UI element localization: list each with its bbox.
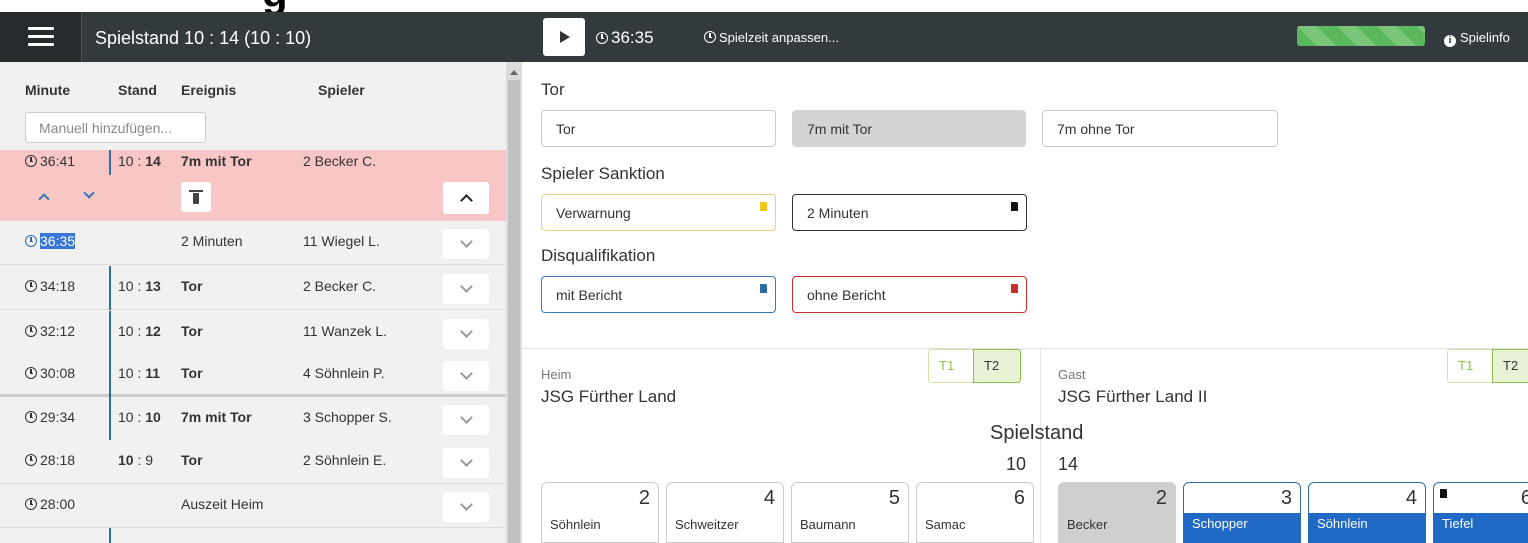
clock-icon (25, 280, 37, 292)
guest-t2-button[interactable]: T2 (1492, 349, 1528, 383)
game-clock: 36:35 (596, 27, 654, 49)
2-minuten-button[interactable]: 2 Minuten (792, 194, 1027, 231)
expand-chevron-icon[interactable] (443, 229, 489, 259)
clock-icon (596, 32, 608, 44)
expand-chevron-icon[interactable] (443, 319, 489, 349)
clock-icon (25, 155, 37, 167)
col-spieler: Spieler (318, 82, 365, 98)
expand-chevron-icon[interactable] (443, 361, 489, 391)
log-scrollbar[interactable] (506, 62, 522, 543)
progress-bar (1297, 26, 1425, 46)
home-t2-button[interactable]: T2 (973, 349, 1021, 383)
log-row-1[interactable]: 36:35 2 Minuten 11 Wiegel L. (0, 221, 506, 265)
divider (522, 348, 1528, 349)
black-card-icon (1011, 202, 1020, 211)
manual-add-input[interactable]: Manuell hinzufügen... (25, 112, 206, 143)
home-player-card[interactable]: 4 Schweitzer (666, 482, 784, 543)
home-player-card[interactable]: 2 Söhnlein (541, 482, 659, 543)
mit-bericht-button[interactable]: mit Bericht (541, 276, 776, 313)
guest-label: Gast (1058, 367, 1086, 382)
7m-ohne-tor-button[interactable]: 7m ohne Tor (1042, 110, 1278, 147)
adjust-time-button[interactable]: Spielzeit anpassen... (704, 29, 839, 47)
guest-score: 14 (1058, 454, 1079, 474)
clock-icon (25, 454, 37, 466)
section-tor: Tor (541, 80, 565, 99)
guest-player-card[interactable]: 2 Becker (1058, 482, 1176, 543)
log-row-7[interactable]: 28:00 Auszeit Heim (0, 484, 506, 528)
clock-icon (704, 31, 716, 43)
expand-chevron-icon[interactable] (443, 448, 489, 478)
info-icon: i (1444, 35, 1456, 47)
hamburger-menu-icon[interactable] (0, 12, 82, 62)
log-row-2[interactable]: 34:18 10 : 13 Tor 2 Becker C. (0, 266, 506, 310)
trash-icon[interactable] (181, 182, 211, 212)
blue-card-icon (760, 284, 769, 293)
log-row-0[interactable]: 36:41 10 : 14 7m mit Tor 2 Becker C. (0, 150, 506, 176)
col-ereignis: Ereignis (181, 82, 237, 98)
log-row-partial (0, 528, 506, 543)
section-sanktion: Spieler Sanktion (541, 164, 665, 183)
home-team-name: JSG Fürther Land (541, 387, 677, 406)
game-info-button[interactable]: i Spielinfo (1444, 29, 1510, 47)
home-score: 10 (1005, 454, 1026, 474)
guest-team-name: JSG Fürther Land II (1058, 387, 1208, 406)
score-label: Spielstand (990, 422, 1084, 444)
guest-player-card[interactable]: 6 Tiefel (1433, 482, 1528, 543)
home-label: Heim (541, 367, 572, 382)
yellow-card-icon (760, 202, 769, 211)
move-up-icon[interactable] (38, 193, 50, 205)
red-card-icon (1011, 284, 1020, 293)
clock-icon (25, 411, 37, 423)
collapse-chevron-up-icon[interactable] (443, 182, 489, 214)
col-stand: Stand (118, 82, 157, 98)
tor-button[interactable]: Tor (541, 110, 776, 147)
clock-icon (25, 498, 37, 510)
ohne-bericht-button[interactable]: ohne Bericht (792, 276, 1027, 313)
col-minute: Minute (25, 82, 71, 98)
team-divider (1040, 348, 1041, 543)
row-controls (0, 175, 506, 221)
log-row-6[interactable]: 28:18 10 : 9 Tor 2 Söhnlein E. (0, 440, 506, 484)
log-row-4[interactable]: 30:08 10 : 11 Tor 4 Söhnlein P. (0, 353, 506, 397)
guest-player-card[interactable]: 3 Schopper (1183, 482, 1301, 543)
home-player-card[interactable]: 6 Samac (916, 482, 1034, 543)
expand-chevron-icon[interactable] (443, 405, 489, 435)
expand-chevron-icon[interactable] (443, 492, 489, 522)
guest-t1-button[interactable]: T1 (1447, 349, 1493, 383)
black-card-icon (1440, 489, 1449, 498)
home-player-card[interactable]: 5 Baumann (791, 482, 909, 543)
guest-player-card[interactable]: 4 Söhnlein (1308, 482, 1426, 543)
expand-chevron-icon[interactable] (443, 274, 489, 304)
verwarnung-button[interactable]: Verwarnung (541, 194, 776, 231)
log-row-3[interactable]: 32:12 10 : 12 Tor 11 Wanzek L. (0, 311, 506, 355)
top-strip: g (0, 0, 1528, 12)
7m-mit-tor-button[interactable]: 7m mit Tor (792, 110, 1026, 147)
move-down-icon[interactable] (83, 187, 95, 199)
clock-icon (25, 235, 37, 247)
score-title: Spielstand 10 : 14 (10 : 10) (95, 28, 312, 48)
play-button[interactable] (543, 18, 585, 56)
clock-icon (25, 325, 37, 337)
section-disqualifikation: Disqualifikation (541, 246, 656, 265)
log-row-5[interactable]: 29:34 10 : 10 7m mit Tor 3 Schopper S. (0, 397, 506, 441)
clock-icon (25, 367, 37, 379)
home-t1-button[interactable]: T1 (928, 349, 974, 383)
